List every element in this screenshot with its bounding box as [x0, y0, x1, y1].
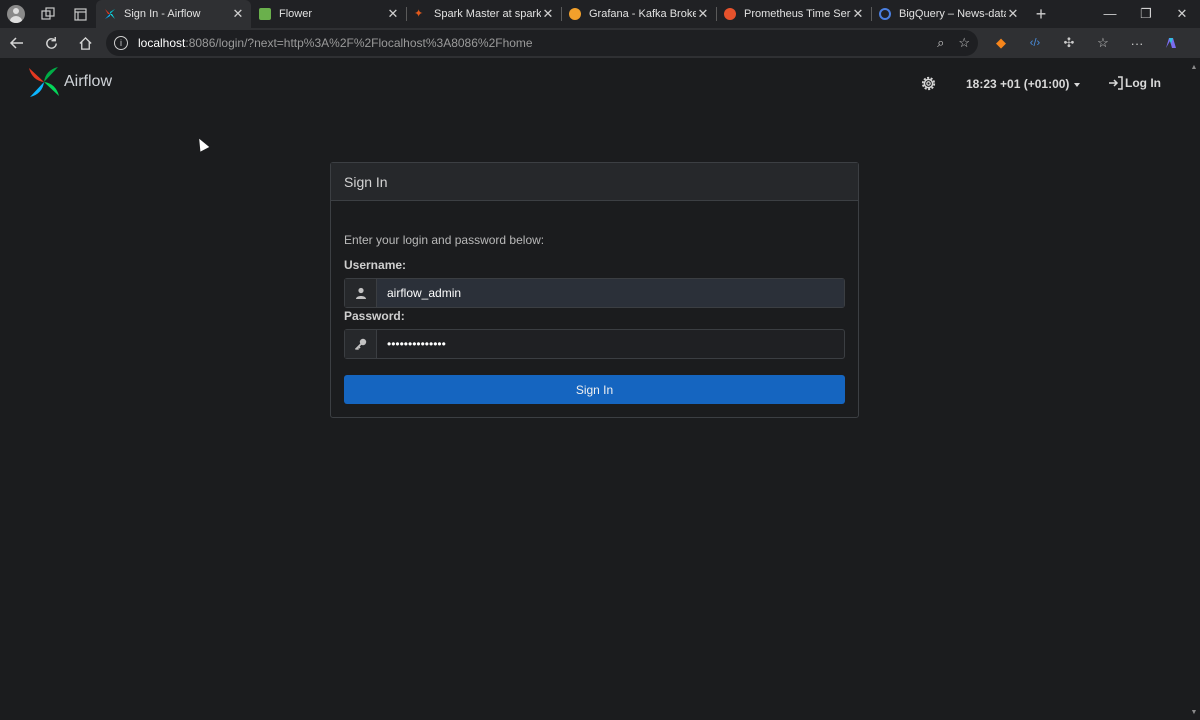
airflow-logo-icon: [29, 67, 59, 97]
tab-grafana[interactable]: Grafana - Kafka Brokers O ✕: [561, 0, 717, 28]
grafana-favicon-icon: [569, 8, 581, 20]
tab-prometheus[interactable]: Prometheus Time Series C ✕: [716, 0, 872, 28]
devtools-extension-button[interactable]: ‹/›: [1018, 28, 1052, 58]
favorites-button[interactable]: ☆: [1086, 28, 1120, 58]
browser-toolbar: i localhost:8086/login/?next=http%3A%2F%…: [0, 28, 1200, 58]
bigquery-favicon-icon: [879, 8, 891, 20]
tab-flower[interactable]: Flower ✕: [251, 0, 407, 28]
signin-panel: Sign In Enter your login and password be…: [330, 162, 859, 418]
url-path: :8086/login/?next=http%3A%2F%2Flocalhost…: [185, 36, 533, 50]
restore-icon[interactable]: ❐: [1128, 6, 1164, 22]
close-tab-icon[interactable]: ✕: [1006, 6, 1020, 22]
tab-title: Prometheus Time Series C: [744, 8, 851, 20]
sign-in-icon: [1109, 76, 1123, 90]
prometheus-favicon-icon: [724, 8, 736, 20]
copilot-button[interactable]: [1154, 28, 1188, 58]
code-icon: ‹/›: [1029, 37, 1041, 49]
close-tab-icon[interactable]: ✕: [851, 6, 865, 22]
user-icon: [345, 279, 377, 307]
login-link[interactable]: Log In: [1108, 76, 1161, 90]
close-tab-icon[interactable]: ✕: [541, 6, 555, 22]
workspaces-icon: [41, 7, 55, 20]
page: Airflow 18:23 +01 (+01:00) Log In Sign I…: [0, 58, 1200, 720]
copilot-icon: [1166, 38, 1176, 48]
url-host: localhost: [138, 36, 186, 50]
home-icon: [78, 36, 92, 50]
back-button[interactable]: [0, 28, 34, 58]
close-tab-icon[interactable]: ✕: [696, 6, 710, 22]
favorites-icon: ☆: [1097, 35, 1109, 50]
favorite-star-icon[interactable]: ☆: [958, 35, 970, 51]
scroll-up-icon[interactable]: ▲: [1190, 64, 1198, 71]
flower-favicon-icon: [259, 8, 271, 20]
login-hint: Enter your login and password below:: [344, 233, 545, 247]
tab-title: Spark Master at spark://a: [434, 8, 541, 20]
airflow-brand-link[interactable]: Airflow: [28, 66, 112, 98]
menu-button[interactable]: ···: [1120, 28, 1154, 58]
username-label: Username:: [344, 258, 407, 272]
metamask-icon: ◆: [996, 35, 1006, 50]
minimize-icon[interactable]: —: [1092, 6, 1128, 22]
username-field-group: [344, 278, 845, 308]
back-arrow-icon: [9, 37, 23, 49]
tab-spark[interactable]: ✦ Spark Master at spark://a ✕: [406, 0, 562, 28]
workspaces-button[interactable]: [32, 0, 64, 28]
site-info-icon[interactable]: i: [114, 36, 128, 50]
current-time: 18:23 +01 (+01:00): [966, 77, 1070, 91]
tab-bigquery[interactable]: BigQuery – News-data-en ✕: [871, 0, 1026, 28]
window-controls: — ❐ ✕: [1092, 6, 1200, 22]
zoom-icon[interactable]: ⌕: [937, 35, 944, 51]
airflow-favicon-icon: [105, 9, 115, 19]
scroll-down-icon[interactable]: ▼: [1190, 709, 1198, 716]
tab-title: Flower: [279, 8, 313, 20]
password-input[interactable]: [377, 330, 844, 358]
timezone-dropdown[interactable]: 18:23 +01 (+01:00): [966, 77, 1081, 91]
gear-icon[interactable]: [919, 74, 938, 93]
caret-down-icon: [1074, 82, 1081, 87]
mouse-cursor-icon: [194, 136, 210, 152]
puzzle-icon: ✣: [1063, 35, 1075, 50]
username-input[interactable]: [377, 279, 844, 307]
brand-name: Airflow: [64, 73, 113, 90]
password-label: Password:: [344, 309, 405, 323]
spark-favicon-icon: ✦: [414, 8, 424, 20]
panel-title: Sign In: [331, 163, 858, 201]
close-tab-icon[interactable]: ✕: [386, 6, 400, 22]
address-bar[interactable]: i localhost:8086/login/?next=http%3A%2F%…: [106, 30, 978, 56]
sign-in-button[interactable]: Sign In: [344, 375, 845, 404]
airflow-navbar: Airflow 18:23 +01 (+01:00) Log In: [0, 58, 1188, 110]
tab-actions-icon: [73, 7, 87, 21]
tab-title: Grafana - Kafka Brokers O: [589, 8, 696, 20]
key-icon: [345, 330, 377, 358]
close-window-icon[interactable]: ✕: [1164, 6, 1200, 22]
login-label: Log In: [1125, 76, 1161, 90]
more-icon: ···: [1130, 35, 1144, 51]
reload-button[interactable]: [34, 28, 68, 58]
tab-airflow[interactable]: Sign In - Airflow ✕: [96, 0, 251, 28]
metamask-extension-button[interactable]: ◆: [984, 28, 1018, 58]
tab-title: BigQuery – News-data-en: [899, 8, 1006, 20]
profile-icon: [7, 5, 25, 23]
home-button[interactable]: [68, 28, 102, 58]
tab-title: Sign In - Airflow: [124, 8, 201, 20]
new-tab-button[interactable]: +: [1026, 4, 1056, 25]
vertical-tabs-button[interactable]: [64, 0, 96, 28]
close-tab-icon[interactable]: ✕: [231, 6, 245, 22]
profile-button[interactable]: [0, 0, 32, 28]
reload-icon: [45, 36, 57, 49]
browser-tabstrip: Sign In - Airflow ✕ Flower ✕ ✦ Spark Mas…: [0, 0, 1200, 28]
extensions-button[interactable]: ✣: [1052, 28, 1086, 58]
password-field-group: [344, 329, 845, 359]
page-scrollbar[interactable]: ▲ ▼: [1188, 58, 1200, 720]
